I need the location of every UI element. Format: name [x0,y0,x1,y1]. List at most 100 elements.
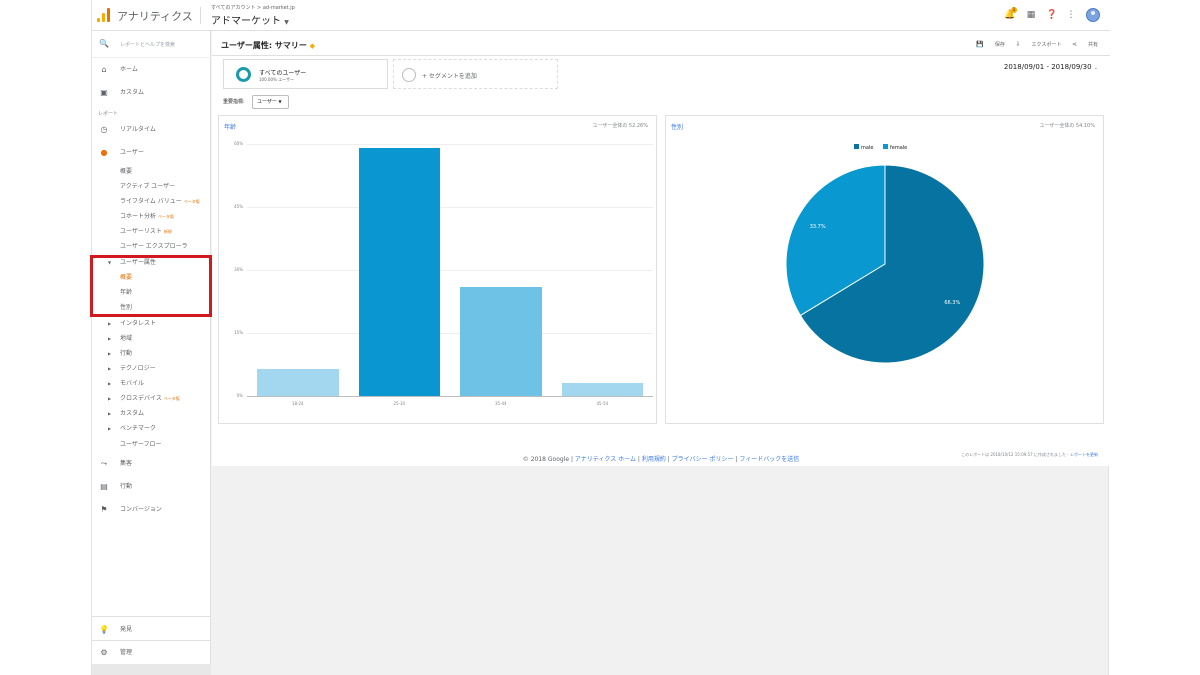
sidebar-sub-lifetime-value[interactable]: ライフタイム バリュー ベータ版 [120,196,200,208]
sidebar-sub-technology[interactable]: ▶ テクノロジー [108,363,156,375]
sidebar-sub-users-flow[interactable]: ユーザーフロー [120,439,162,451]
sidebar-sub-geo[interactable]: ▶ 地域 [108,333,132,345]
sidebar-sub-cross-device[interactable]: ▶ クロスデバイス ベータ版 [108,393,180,405]
metric-label: 重要指標: [223,99,245,105]
apps-grid-icon[interactable]: ▦ [1025,9,1037,21]
caret-right-icon: ▶ [108,411,112,416]
export-button[interactable]: ⇩ エクスポート [1015,41,1061,48]
sidebar-item-label: ユーザー [120,149,144,156]
sidebar-sub-active-users[interactable]: アクティブ ユーザー [120,181,175,193]
sidebar-item-label: クロスデバイス [120,395,162,402]
page-title: ユーザー属性: サマリー ◆ [221,40,315,51]
bar-45-54[interactable] [561,383,643,396]
avatar[interactable] [1086,8,1100,22]
sidebar-item-home[interactable]: ⌂ ホーム [92,63,211,77]
sidebar-item-label: ホーム [120,66,138,73]
notification-badge: 1 [1011,7,1017,13]
sidebar-sub-mobile[interactable]: ▶ モバイル [108,378,144,390]
age-card-title[interactable]: 年齢 [224,122,236,131]
sidebar-collapse-bar[interactable] [92,664,211,675]
sidebar-sub-cohort[interactable]: コホート分析 ベータ版 [120,211,174,223]
sidebar-item-label: 行動 [120,483,133,490]
sidebar-sub-custom[interactable]: ▶ カスタム [108,408,145,420]
topbar-divider [200,7,201,24]
person-icon: ● [100,148,108,157]
save-icon: 💾 [976,41,984,48]
copyright-text: © 2018 Google [522,456,570,463]
sidebar-search[interactable]: 🔍 レポートとヘルプを検索 [92,31,211,58]
gender-pie-chart: 66.3% 33.7% [785,164,985,364]
sidebar-item-custom[interactable]: ▣ カスタム [92,86,211,100]
y-tick-label: 0% [236,393,243,398]
gridline [247,333,653,334]
bar-18-24[interactable] [257,368,339,396]
x-tick-label: 35-44 [494,401,507,406]
analytics-logo-icon[interactable] [97,8,111,22]
metric-select[interactable]: ユーザー ▼ [252,95,289,109]
age-card-share: ユーザー全体の 52.26% [592,123,648,129]
gridline [247,144,653,145]
y-tick-label: 30% [234,267,243,272]
sidebar-item-discover[interactable]: 💡 発見 [92,623,211,637]
help-icon[interactable]: ❓ [1046,9,1058,21]
chevron-down-icon: ▼ [284,19,289,26]
analytics-app: アナリティクス すべてのアカウント > ad-market.jp アドマーケット… [91,0,1110,675]
lightbulb-icon: 💡 [99,625,109,634]
segment-card-all-users[interactable]: すべてのユーザー 100.00% ユーザー [223,59,388,89]
sidebar-item-conversions[interactable]: ⚑ コンバージョン [92,503,211,517]
segment-percentage: 100.00% ユーザー [259,77,294,82]
sidebar-item-acquisition[interactable]: ⤳ 集客 [92,457,211,471]
header-actions: 💾 保存 ⇩ エクスポート ⋖ 共有 [967,41,1098,48]
sidebar-sub-user-list[interactable]: ユーザーリスト 新規 [120,226,172,238]
caret-right-icon: ▶ [108,381,112,386]
behavior-icon: ▤ [100,482,108,491]
sidebar-item-label: カスタム [120,410,145,417]
account-breadcrumb[interactable]: すべてのアカウント > ad-market.jp [211,4,295,11]
page-footer: © 2018 Google | アナリティクス ホーム | 利用規約 | プライ… [522,456,800,463]
sidebar-sub-benchmark[interactable]: ▶ ベンチマーク [108,423,157,435]
add-segment-button[interactable]: + セグメントを追加 [393,59,558,89]
save-label: 保存 [994,42,1005,48]
beta-badge: ベータ版 [183,199,200,204]
report-panel: すべてのユーザー 100.00% ユーザー + セグメントを追加 2018/09… [212,56,1110,466]
more-vert-icon[interactable]: ⋮ [1065,9,1077,21]
top-bar: アナリティクス すべてのアカウント > ad-market.jp アドマーケット… [92,0,1110,31]
sidebar-sub-user-explorer[interactable]: ユーザー エクスプローラ [120,241,188,253]
sidebar-item-admin[interactable]: ⚙ 管理 [92,646,211,660]
sidebar-item-label: コホート分析 [120,213,157,220]
caret-right-icon: ▶ [108,336,112,341]
sidebar-item-behavior[interactable]: ▤ 行動 [92,480,211,494]
bar-25-34[interactable] [358,148,440,396]
gear-icon: ⚙ [100,648,108,657]
page-title-text: ユーザー属性: サマリー [221,41,307,50]
sidebar-item-label: コンバージョン [120,506,162,513]
share-button[interactable]: ⋖ 共有 [1072,41,1098,48]
footer-link-terms[interactable]: 利用規約 [642,456,666,463]
dashboard-icon: ▣ [100,88,108,97]
bar-35-44[interactable] [460,286,542,396]
x-tick-label: 18-24 [291,401,304,406]
page-header: ユーザー属性: サマリー ◆ 💾 保存 ⇩ エクスポート ⋖ 共有 [212,31,1110,56]
sidebar-sub-overview[interactable]: 概要 [120,166,132,178]
add-segment-label: + セグメントを追加 [422,73,477,80]
sidebar-item-audience[interactable]: ● ユーザー [92,146,211,160]
date-range-picker[interactable]: 2018/09/01 - 2018/09/30 ⌄ [1004,63,1098,71]
footer-link-analytics-home[interactable]: アナリティクス ホーム [575,456,636,463]
reports-section-label: レポート [98,111,119,117]
footer-link-feedback[interactable]: フィードバックを送信 [739,456,799,463]
app-name[interactable]: アナリティクス [117,8,193,24]
search-input[interactable]: レポートとヘルプを検索 [120,41,175,48]
main-content: ユーザー属性: サマリー ◆ 💾 保存 ⇩ エクスポート ⋖ 共有 すべてのユーザー … [212,31,1110,675]
footer-link-privacy[interactable]: プライバシー ポリシー [672,456,734,463]
sidebar-item-label: 発見 [120,626,133,633]
metric-selected-value: ユーザー [257,99,277,105]
sidebar-item-realtime[interactable]: ◷ リアルタイム [92,123,211,137]
sidebar-sub-interests[interactable]: ▶ インタレスト [108,318,156,330]
pie-value-label: 66.3% [944,300,960,306]
y-tick-label: 60% [234,141,243,146]
sidebar-item-label: ベンチマーク [120,425,157,432]
property-selector[interactable]: アドマーケット ▼ [211,12,289,27]
sidebar-sub-behavior[interactable]: ▶ 行動 [108,348,132,360]
save-button[interactable]: 💾 保存 [976,41,1005,48]
x-tick-label: 25-34 [393,401,406,406]
